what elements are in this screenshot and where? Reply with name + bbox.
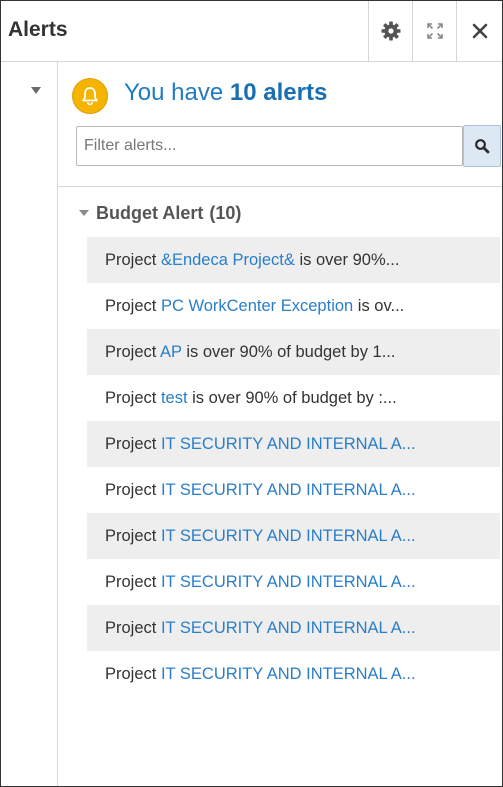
project-link[interactable]: AP [160, 343, 182, 361]
alerts-summary: You have 10 alerts [58, 62, 502, 187]
alert-text: Project IT SECURITY AND INTERNAL A... [105, 527, 416, 546]
alert-item[interactable]: Project AP is over 90% of budget by 1... [87, 329, 500, 375]
alert-text: Project IT SECURITY AND INTERNAL A... [105, 619, 416, 638]
search-icon [475, 139, 490, 154]
alert-prefix: Project [105, 388, 161, 407]
bell-icon [82, 87, 98, 106]
alert-prefix: Project [105, 250, 161, 269]
expand-button[interactable] [412, 1, 457, 61]
alert-text: Project IT SECURITY AND INTERNAL A... [105, 435, 416, 454]
alert-item[interactable]: Project IT SECURITY AND INTERNAL A... [87, 421, 500, 467]
alert-item[interactable]: Project IT SECURITY AND INTERNAL A... [87, 651, 500, 697]
expand-icon [427, 23, 443, 39]
alert-prefix: Project [105, 618, 161, 637]
project-link[interactable]: IT SECURITY AND INTERNAL A... [161, 619, 416, 637]
alert-count: 10 alerts [229, 79, 328, 106]
alert-suffix: is over 90% of budget by :... [187, 388, 397, 407]
project-link[interactable]: PC WorkCenter Exception [161, 297, 353, 315]
group-count: (10) [209, 202, 242, 223]
filter-alerts-input[interactable] [77, 136, 456, 156]
alert-text: Project IT SECURITY AND INTERNAL A... [105, 573, 416, 592]
alert-text: Project IT SECURITY AND INTERNAL A... [105, 481, 416, 500]
budget-alert-group-header[interactable]: Budget Alert (10) [79, 200, 241, 226]
gear-icon [381, 21, 401, 41]
group-caret-icon [79, 210, 89, 216]
bell-badge [72, 78, 108, 114]
alert-text: Project test is over 90% of budget by :.… [105, 389, 397, 408]
alert-item[interactable]: Project IT SECURITY AND INTERNAL A... [87, 513, 500, 559]
alert-prefix: Project [105, 480, 161, 499]
close-icon [472, 23, 488, 39]
project-link[interactable]: IT SECURITY AND INTERNAL A... [161, 481, 416, 499]
collapse-toggle-icon[interactable] [31, 87, 41, 94]
alert-item[interactable]: Project IT SECURITY AND INTERNAL A... [87, 605, 500, 651]
panel-header: Alerts [1, 1, 502, 62]
filter-box [76, 126, 463, 166]
alert-text: Project &Endeca Project& is over 90%... [105, 251, 399, 270]
alert-prefix: Project [105, 296, 161, 315]
project-link[interactable]: IT SECURITY AND INTERNAL A... [161, 435, 416, 453]
project-link[interactable]: IT SECURITY AND INTERNAL A... [161, 665, 416, 683]
alert-text: Project AP is over 90% of budget by 1... [105, 343, 395, 362]
summary-prefix: You have [124, 79, 230, 106]
alert-prefix: Project [105, 572, 161, 591]
left-rail [1, 62, 58, 786]
alert-list: Project &Endeca Project& is over 90%... … [87, 237, 500, 697]
panel-title: Alerts [8, 18, 68, 41]
alert-prefix: Project [105, 434, 161, 453]
alert-suffix: is over 90% of budget by 1... [181, 342, 396, 361]
search-button[interactable] [463, 125, 501, 167]
alert-prefix: Project [105, 342, 161, 361]
alert-text: Project PC WorkCenter Exception is ov... [105, 297, 404, 316]
alert-item[interactable]: Project test is over 90% of budget by :.… [87, 375, 500, 421]
alert-item[interactable]: Project &Endeca Project& is over 90%... [87, 237, 500, 283]
alert-item[interactable]: Project IT SECURITY AND INTERNAL A... [87, 467, 500, 513]
alert-prefix: Project [105, 526, 161, 545]
settings-button[interactable] [368, 1, 413, 61]
alert-prefix: Project [105, 664, 161, 683]
alert-text: Project IT SECURITY AND INTERNAL A... [105, 665, 416, 684]
project-link[interactable]: &Endeca Project& [161, 251, 295, 269]
alert-suffix: is ov... [353, 296, 405, 315]
alerts-panel: Alerts You have 10 alerts Filter alerts.… [0, 0, 503, 787]
group-label: Budget Alert [96, 202, 204, 223]
alerts-summary-text: You have 10 alerts [124, 79, 327, 107]
alert-item[interactable]: Project IT SECURITY AND INTERNAL A... [87, 559, 500, 605]
alert-suffix: is over 90%... [294, 250, 400, 269]
project-link[interactable]: test [161, 389, 188, 407]
close-button[interactable] [456, 1, 502, 61]
alert-item[interactable]: Project PC WorkCenter Exception is ov... [87, 283, 500, 329]
project-link[interactable]: IT SECURITY AND INTERNAL A... [161, 573, 416, 591]
project-link[interactable]: IT SECURITY AND INTERNAL A... [161, 527, 416, 545]
